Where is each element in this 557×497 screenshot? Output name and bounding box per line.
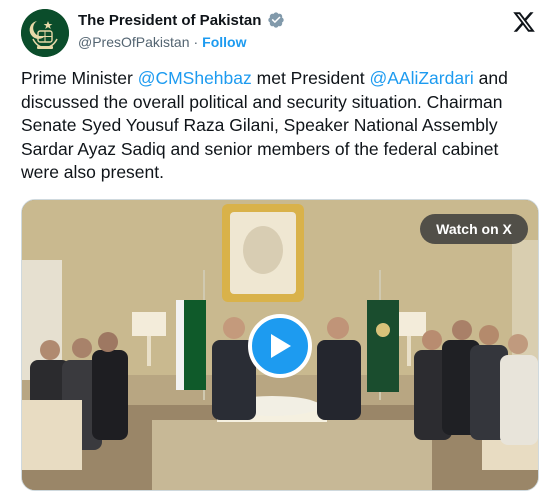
author-handle[interactable]: @PresOfPakistan — [78, 34, 189, 50]
video-player[interactable]: Watch on X — [21, 199, 539, 491]
x-logo-icon[interactable] — [512, 10, 536, 34]
tweet-card: The President of Pakistan @PresOfPakista… — [0, 0, 557, 497]
tweet-text-part: Prime Minister — [21, 68, 138, 88]
avatar[interactable] — [21, 9, 69, 57]
pakistan-emblem-icon — [21, 9, 69, 57]
play-icon — [271, 334, 291, 358]
mention-link[interactable]: @AAliZardari — [369, 68, 473, 88]
author-display-name[interactable]: The President of Pakistan — [78, 12, 261, 29]
author-handle-row: @PresOfPakistan · Follow — [78, 34, 246, 50]
mention-link[interactable]: @CMShehbaz — [138, 68, 252, 88]
author-name-row: The President of Pakistan — [78, 11, 285, 29]
verified-badge-icon — [268, 12, 285, 28]
follow-button[interactable]: Follow — [202, 34, 246, 50]
separator-dot: · — [193, 34, 199, 50]
tweet-text: Prime Minister @CMShehbaz met President … — [21, 67, 541, 185]
tweet-text-part: met President — [251, 68, 370, 88]
watch-on-x-button[interactable]: Watch on X — [420, 214, 528, 244]
play-button[interactable] — [248, 314, 312, 378]
